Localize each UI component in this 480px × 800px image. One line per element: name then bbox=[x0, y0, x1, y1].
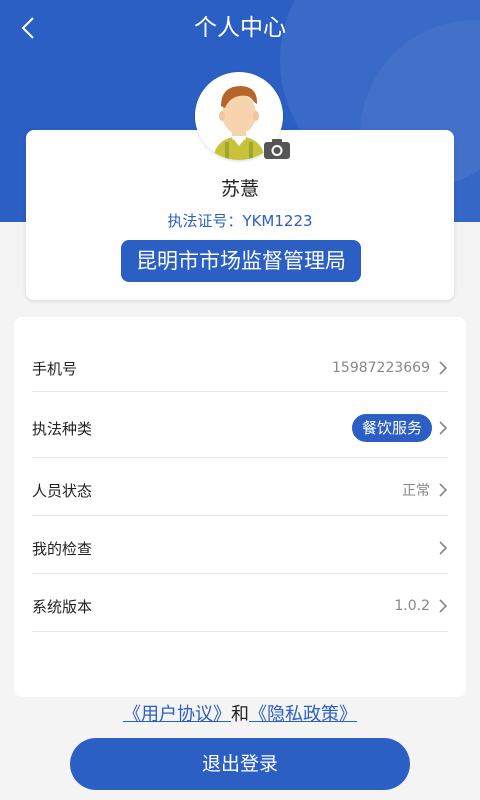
row-right: 1.0.2 bbox=[394, 598, 448, 614]
row-right: 正常 bbox=[402, 480, 448, 500]
user-agreement-link[interactable]: 《用户协议》 bbox=[123, 704, 231, 725]
phone-value: 15987223669 bbox=[332, 360, 430, 376]
row-label: 系统版本 bbox=[32, 597, 93, 616]
row-version[interactable]: 系统版本 1.0.2 bbox=[32, 581, 448, 632]
version-value: 1.0.2 bbox=[394, 598, 430, 614]
row-label: 人员状态 bbox=[32, 481, 93, 500]
row-enforcement-type[interactable]: 执法种类 餐饮服务 bbox=[32, 399, 448, 458]
row-phone[interactable]: 手机号 15987223669 bbox=[32, 345, 448, 392]
user-name: 苏薏 bbox=[220, 178, 259, 200]
row-status[interactable]: 人员状态 正常 bbox=[32, 465, 448, 516]
enforcement-type-tag: 餐饮服务 bbox=[351, 414, 432, 442]
chevron-right-icon bbox=[439, 361, 448, 375]
row-label: 我的检查 bbox=[32, 539, 93, 558]
info-card: 手机号 15987223669 执法种类 餐饮服务 人员状态 正常 我的检查 系… bbox=[14, 317, 466, 697]
status-value: 正常 bbox=[402, 483, 430, 499]
agreement-links: 《用户协议》和《隐私政策》 bbox=[0, 702, 480, 728]
page-title: 个人中心 bbox=[194, 15, 286, 41]
camera-icon bbox=[264, 139, 290, 159]
row-right bbox=[438, 541, 448, 555]
row-label: 手机号 bbox=[32, 359, 78, 378]
row-right: 15987223669 bbox=[332, 360, 448, 376]
agency-badge: 昆明市市场监督管理局 bbox=[121, 240, 361, 282]
row-label: 执法种类 bbox=[32, 419, 93, 438]
camera-button[interactable] bbox=[262, 136, 292, 162]
chevron-right-icon bbox=[439, 541, 448, 555]
conjunction-text: 和 bbox=[231, 704, 249, 725]
privacy-policy-link[interactable]: 《隐私政策》 bbox=[249, 704, 357, 725]
logout-button[interactable]: 退出登录 bbox=[70, 738, 410, 790]
row-my-inspections[interactable]: 我的检查 bbox=[32, 523, 448, 574]
chevron-right-icon bbox=[439, 421, 448, 435]
chevron-right-icon bbox=[439, 599, 448, 613]
chevron-right-icon bbox=[439, 483, 448, 497]
cert-number: 执法证号：YKM1223 bbox=[167, 212, 313, 230]
row-right: 餐饮服务 bbox=[351, 414, 448, 442]
